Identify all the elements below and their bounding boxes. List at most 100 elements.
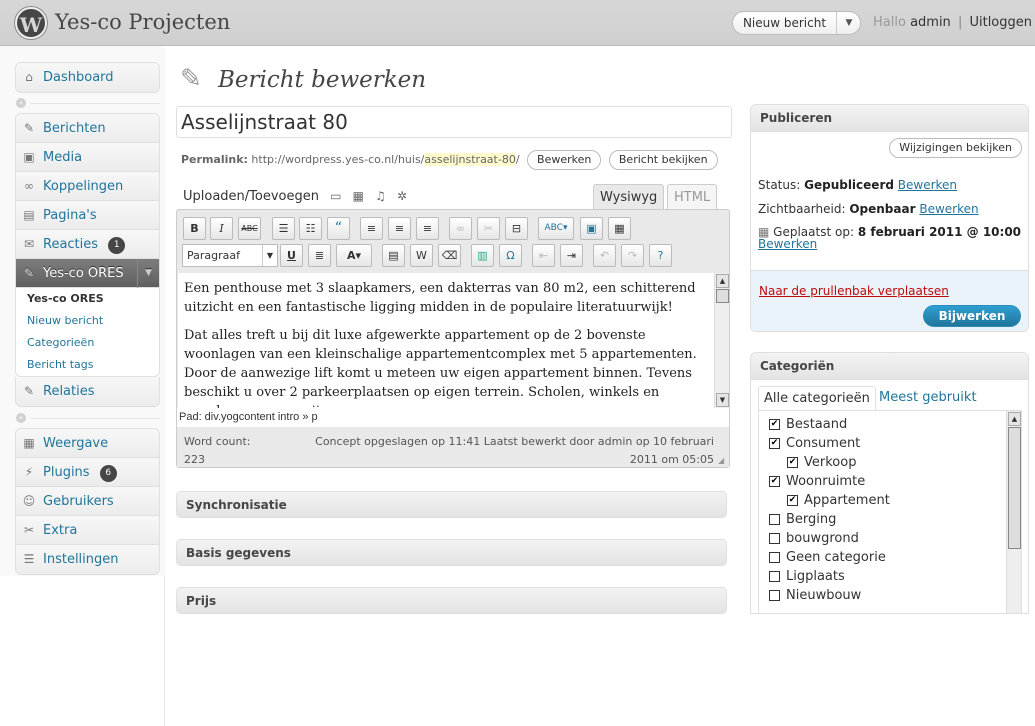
- edit-visibility-link[interactable]: Bewerken: [919, 202, 978, 216]
- update-button[interactable]: Bijwerken: [923, 305, 1021, 327]
- checkbox[interactable]: ✔: [769, 438, 780, 449]
- insert-link-button[interactable]: ∞: [449, 217, 472, 240]
- align-left-button[interactable]: ≡: [360, 217, 383, 240]
- scroll-up-icon[interactable]: ▲: [716, 274, 729, 288]
- collapse-arrow-icon[interactable]: «: [16, 98, 26, 108]
- checkbox[interactable]: ✔: [769, 476, 780, 487]
- remove-format-button[interactable]: ⌫: [438, 244, 461, 267]
- sidebar-item-relaties[interactable]: ✎ Relaties: [16, 377, 159, 406]
- sidebar-item-koppelingen[interactable]: ∞ Koppelingen: [16, 172, 159, 201]
- submenu-item[interactable]: Categorieën: [16, 332, 159, 354]
- logout-link[interactable]: Uitloggen: [969, 15, 1032, 30]
- checkbox[interactable]: ✔: [769, 419, 780, 430]
- checkbox[interactable]: [769, 552, 780, 563]
- indent-button[interactable]: ⇥: [560, 244, 583, 267]
- publish-box: Publiceren Wijzigingen bekijken Status: …: [750, 104, 1029, 332]
- postbox-basis-gegevens[interactable]: Basis gegevens: [176, 539, 727, 566]
- wp-admin-screen: W Yes-co Projecten Nieuw bericht ▼ Hallo…: [0, 0, 1035, 726]
- edit-permalink-button[interactable]: Bewerken: [527, 150, 602, 170]
- categories-title[interactable]: Categoriën: [751, 353, 1028, 380]
- checkbox[interactable]: [769, 571, 780, 582]
- sidebar-item-dashboard[interactable]: ⌂ Dashboard: [16, 63, 159, 92]
- new-post-button[interactable]: Nieuw bericht: [733, 12, 836, 34]
- outdent-button[interactable]: ⇤: [532, 244, 555, 267]
- checkbox[interactable]: [769, 533, 780, 544]
- format-select[interactable]: Paragraaf ▼: [182, 244, 278, 267]
- sidebar-item-media[interactable]: ▣ Media: [16, 143, 159, 172]
- sidebar-item-paginas[interactable]: ▤ Pagina's: [16, 201, 159, 230]
- align-right-button[interactable]: ≡: [416, 217, 439, 240]
- trash-link[interactable]: Naar de prullenbak verplaatsen: [759, 284, 949, 298]
- scroll-up-icon[interactable]: ▲: [1008, 412, 1021, 426]
- italic-button[interactable]: I: [210, 217, 233, 240]
- sidebar-item-weergave[interactable]: ▦ Weergave: [16, 429, 159, 458]
- redo-button[interactable]: ↷: [621, 244, 644, 267]
- checkbox[interactable]: [769, 590, 780, 601]
- sidebar-item-extra[interactable]: ✂ Extra: [16, 516, 159, 545]
- permalink-base: http://wordpress.yes-co.nl/huis/: [251, 153, 425, 166]
- text-color-button[interactable]: A▾: [336, 244, 372, 267]
- preview-changes-button[interactable]: Wijzigingen bekijken: [889, 138, 1022, 158]
- tab-most-used[interactable]: Meest gebruikt: [874, 386, 982, 411]
- bullet-list-button[interactable]: ☰: [272, 217, 295, 240]
- wordpress-logo-icon[interactable]: W: [15, 7, 47, 39]
- undo-button[interactable]: ↶: [593, 244, 616, 267]
- submenu-item[interactable]: Bericht tags: [16, 354, 159, 376]
- add-video-icon[interactable]: ▦: [353, 189, 364, 203]
- sidebar-item-gebruikers[interactable]: ☺ Gebruikers: [16, 487, 159, 516]
- sidebar-item-yes-co-ores[interactable]: ✎ Yes-co ORES ▼: [16, 259, 159, 288]
- special-char-button[interactable]: Ω: [499, 244, 522, 267]
- align-center-button[interactable]: ≡: [388, 217, 411, 240]
- submenu-item[interactable]: Yes-co ORES: [16, 288, 159, 310]
- unlink-button[interactable]: ✂: [477, 217, 500, 240]
- postbox-prijs[interactable]: Prijs: [176, 587, 727, 614]
- sidebar-item-plugins[interactable]: ⚡ Plugins 6: [16, 458, 159, 487]
- help-button[interactable]: ?: [649, 244, 672, 267]
- chevron-down-icon[interactable]: ▼: [836, 12, 861, 34]
- submenu-toggle-icon[interactable]: ▼: [137, 259, 159, 288]
- site-title[interactable]: Yes-co Projecten: [55, 10, 230, 34]
- tab-all-categories[interactable]: Alle categorieën: [758, 386, 876, 411]
- sidebar-item-instellingen[interactable]: ☰ Instellingen: [16, 545, 159, 574]
- sidebar-item-reacties[interactable]: ✉ Reacties 1: [16, 230, 159, 259]
- checkbox[interactable]: ✔: [787, 457, 798, 468]
- add-media-icon[interactable]: ✲: [397, 189, 407, 203]
- spellcheck-button[interactable]: ABC▾: [538, 217, 574, 240]
- permalink-slug[interactable]: asselijnstraat-80: [424, 153, 516, 166]
- category-scrollbar[interactable]: ▲: [1006, 411, 1021, 613]
- add-image-icon[interactable]: ▭: [330, 189, 341, 203]
- postbox-synchronisatie[interactable]: Synchronisatie: [176, 491, 727, 518]
- bold-button[interactable]: B: [183, 217, 206, 240]
- editor-content[interactable]: Een penthouse met 3 slaapkamers, een dak…: [178, 273, 714, 408]
- underline-button[interactable]: U: [280, 244, 303, 267]
- more-tag-button[interactable]: ⊟: [505, 217, 528, 240]
- fullscreen-button[interactable]: ▣: [580, 217, 603, 240]
- edit-status-link[interactable]: Bewerken: [898, 178, 957, 192]
- sidebar-item-berichten[interactable]: ✎ Berichten: [16, 114, 159, 143]
- scroll-thumb[interactable]: [716, 289, 729, 303]
- scroll-thumb[interactable]: [1008, 427, 1021, 549]
- collapse-arrow-icon[interactable]: «: [16, 413, 26, 423]
- username-link[interactable]: admin: [910, 15, 951, 30]
- blockquote-button[interactable]: “: [327, 217, 350, 240]
- post-title-input[interactable]: Asselijnstraat 80: [176, 106, 732, 138]
- checkbox[interactable]: [769, 514, 780, 525]
- editor-scrollbar[interactable]: ▲ ▼: [714, 273, 729, 408]
- checkbox[interactable]: ✔: [787, 495, 798, 506]
- submenu-item[interactable]: Nieuw bericht: [16, 310, 159, 332]
- tab-visual[interactable]: Wysiwyg: [593, 184, 665, 210]
- add-audio-icon[interactable]: ♫: [375, 189, 386, 203]
- view-post-button[interactable]: Bericht bekijken: [608, 150, 718, 170]
- tab-html[interactable]: HTML: [667, 184, 718, 210]
- paste-text-button[interactable]: ▤: [382, 244, 405, 267]
- insert-media-button[interactable]: ▥: [471, 244, 494, 267]
- numbered-list-button[interactable]: ☷: [299, 217, 322, 240]
- justify-button[interactable]: ≣: [308, 244, 331, 267]
- publish-title[interactable]: Publiceren: [751, 105, 1028, 132]
- scroll-down-icon[interactable]: ▼: [716, 393, 729, 407]
- kitchen-sink-button[interactable]: ▦: [608, 217, 631, 240]
- resize-handle-icon[interactable]: ◢: [718, 456, 728, 466]
- edit-date-link[interactable]: Bewerken: [758, 237, 817, 251]
- paste-word-button[interactable]: W: [410, 244, 433, 267]
- strikethrough-button[interactable]: ABC: [238, 217, 261, 240]
